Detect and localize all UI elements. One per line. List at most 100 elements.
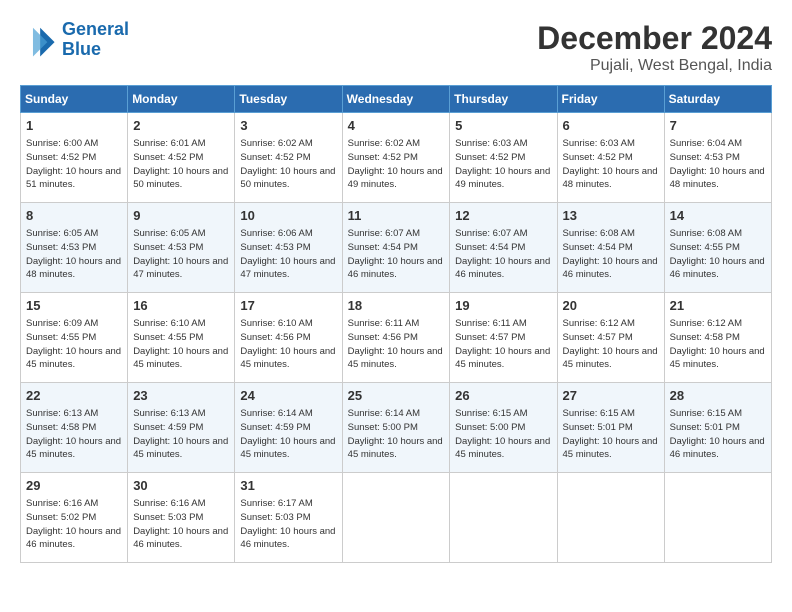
day-details: Sunrise: 6:05 AM Sunset: 4:53 PM Dayligh… [133,227,229,282]
day-number: 9 [133,207,229,225]
day-details: Sunrise: 6:15 AM Sunset: 5:01 PM Dayligh… [563,407,659,462]
day-details: Sunrise: 6:04 AM Sunset: 4:53 PM Dayligh… [670,137,766,192]
header-thursday: Thursday [450,86,557,113]
day-details: Sunrise: 6:06 AM Sunset: 4:53 PM Dayligh… [240,227,336,282]
table-row: 4 Sunrise: 6:02 AM Sunset: 4:52 PM Dayli… [342,113,450,203]
table-row: 26 Sunrise: 6:15 AM Sunset: 5:00 PM Dayl… [450,383,557,473]
day-details: Sunrise: 6:11 AM Sunset: 4:57 PM Dayligh… [455,317,551,372]
day-number: 31 [240,477,336,495]
table-row: 27 Sunrise: 6:15 AM Sunset: 5:01 PM Dayl… [557,383,664,473]
table-row: 3 Sunrise: 6:02 AM Sunset: 4:52 PM Dayli… [235,113,342,203]
day-number: 10 [240,207,336,225]
day-details: Sunrise: 6:10 AM Sunset: 4:56 PM Dayligh… [240,317,336,372]
header-sunday: Sunday [21,86,128,113]
calendar-table: Sunday Monday Tuesday Wednesday Thursday… [20,85,772,563]
day-number: 3 [240,117,336,135]
day-details: Sunrise: 6:11 AM Sunset: 4:56 PM Dayligh… [348,317,445,372]
day-number: 13 [563,207,659,225]
table-row: 30 Sunrise: 6:16 AM Sunset: 5:03 PM Dayl… [128,473,235,563]
table-row [557,473,664,563]
day-details: Sunrise: 6:00 AM Sunset: 4:52 PM Dayligh… [26,137,122,192]
logo-line2: Blue [62,39,101,59]
table-row: 1 Sunrise: 6:00 AM Sunset: 4:52 PM Dayli… [21,113,128,203]
day-number: 14 [670,207,766,225]
table-row: 21 Sunrise: 6:12 AM Sunset: 4:58 PM Dayl… [664,293,771,383]
table-row: 22 Sunrise: 6:13 AM Sunset: 4:58 PM Dayl… [21,383,128,473]
table-row: 6 Sunrise: 6:03 AM Sunset: 4:52 PM Dayli… [557,113,664,203]
logo: General Blue [20,20,129,60]
day-number: 19 [455,297,551,315]
table-row: 14 Sunrise: 6:08 AM Sunset: 4:55 PM Dayl… [664,203,771,293]
day-details: Sunrise: 6:12 AM Sunset: 4:58 PM Dayligh… [670,317,766,372]
day-number: 30 [133,477,229,495]
header-monday: Monday [128,86,235,113]
calendar-week-row: 8 Sunrise: 6:05 AM Sunset: 4:53 PM Dayli… [21,203,772,293]
table-row: 23 Sunrise: 6:13 AM Sunset: 4:59 PM Dayl… [128,383,235,473]
day-number: 29 [26,477,122,495]
day-number: 12 [455,207,551,225]
day-details: Sunrise: 6:03 AM Sunset: 4:52 PM Dayligh… [563,137,659,192]
day-number: 1 [26,117,122,135]
table-row: 11 Sunrise: 6:07 AM Sunset: 4:54 PM Dayl… [342,203,450,293]
day-number: 27 [563,387,659,405]
table-row: 24 Sunrise: 6:14 AM Sunset: 4:59 PM Dayl… [235,383,342,473]
day-details: Sunrise: 6:02 AM Sunset: 4:52 PM Dayligh… [348,137,445,192]
table-row: 19 Sunrise: 6:11 AM Sunset: 4:57 PM Dayl… [450,293,557,383]
table-row: 16 Sunrise: 6:10 AM Sunset: 4:55 PM Dayl… [128,293,235,383]
day-details: Sunrise: 6:13 AM Sunset: 4:58 PM Dayligh… [26,407,122,462]
day-details: Sunrise: 6:13 AM Sunset: 4:59 PM Dayligh… [133,407,229,462]
day-details: Sunrise: 6:02 AM Sunset: 4:52 PM Dayligh… [240,137,336,192]
day-number: 15 [26,297,122,315]
page-header: General Blue December 2024 Pujali, West … [20,20,772,75]
day-details: Sunrise: 6:16 AM Sunset: 5:02 PM Dayligh… [26,497,122,552]
table-row: 31 Sunrise: 6:17 AM Sunset: 5:03 PM Dayl… [235,473,342,563]
day-details: Sunrise: 6:17 AM Sunset: 5:03 PM Dayligh… [240,497,336,552]
day-number: 21 [670,297,766,315]
day-number: 23 [133,387,229,405]
day-number: 22 [26,387,122,405]
day-details: Sunrise: 6:15 AM Sunset: 5:01 PM Dayligh… [670,407,766,462]
logo-line1: General [62,19,129,39]
day-number: 20 [563,297,659,315]
table-row [450,473,557,563]
calendar-week-row: 29 Sunrise: 6:16 AM Sunset: 5:02 PM Dayl… [21,473,772,563]
table-row: 10 Sunrise: 6:06 AM Sunset: 4:53 PM Dayl… [235,203,342,293]
day-number: 7 [670,117,766,135]
table-row [664,473,771,563]
table-row: 8 Sunrise: 6:05 AM Sunset: 4:53 PM Dayli… [21,203,128,293]
day-details: Sunrise: 6:07 AM Sunset: 4:54 PM Dayligh… [455,227,551,282]
day-number: 6 [563,117,659,135]
table-row: 28 Sunrise: 6:15 AM Sunset: 5:01 PM Dayl… [664,383,771,473]
table-row: 18 Sunrise: 6:11 AM Sunset: 4:56 PM Dayl… [342,293,450,383]
day-details: Sunrise: 6:07 AM Sunset: 4:54 PM Dayligh… [348,227,445,282]
table-row: 25 Sunrise: 6:14 AM Sunset: 5:00 PM Dayl… [342,383,450,473]
day-details: Sunrise: 6:14 AM Sunset: 4:59 PM Dayligh… [240,407,336,462]
day-number: 2 [133,117,229,135]
day-details: Sunrise: 6:08 AM Sunset: 4:55 PM Dayligh… [670,227,766,282]
table-row: 15 Sunrise: 6:09 AM Sunset: 4:55 PM Dayl… [21,293,128,383]
table-row: 17 Sunrise: 6:10 AM Sunset: 4:56 PM Dayl… [235,293,342,383]
day-number: 25 [348,387,445,405]
day-number: 24 [240,387,336,405]
header-tuesday: Tuesday [235,86,342,113]
table-row: 7 Sunrise: 6:04 AM Sunset: 4:53 PM Dayli… [664,113,771,203]
day-details: Sunrise: 6:12 AM Sunset: 4:57 PM Dayligh… [563,317,659,372]
calendar-week-row: 1 Sunrise: 6:00 AM Sunset: 4:52 PM Dayli… [21,113,772,203]
day-number: 4 [348,117,445,135]
table-row: 12 Sunrise: 6:07 AM Sunset: 4:54 PM Dayl… [450,203,557,293]
day-details: Sunrise: 6:05 AM Sunset: 4:53 PM Dayligh… [26,227,122,282]
table-row: 13 Sunrise: 6:08 AM Sunset: 4:54 PM Dayl… [557,203,664,293]
day-details: Sunrise: 6:09 AM Sunset: 4:55 PM Dayligh… [26,317,122,372]
header-saturday: Saturday [664,86,771,113]
calendar-header-row: Sunday Monday Tuesday Wednesday Thursday… [21,86,772,113]
day-number: 8 [26,207,122,225]
day-number: 18 [348,297,445,315]
day-number: 28 [670,387,766,405]
day-details: Sunrise: 6:16 AM Sunset: 5:03 PM Dayligh… [133,497,229,552]
day-details: Sunrise: 6:08 AM Sunset: 4:54 PM Dayligh… [563,227,659,282]
day-number: 16 [133,297,229,315]
logo-icon [20,22,56,58]
table-row: 9 Sunrise: 6:05 AM Sunset: 4:53 PM Dayli… [128,203,235,293]
calendar-title: December 2024 [537,20,772,57]
table-row: 29 Sunrise: 6:16 AM Sunset: 5:02 PM Dayl… [21,473,128,563]
